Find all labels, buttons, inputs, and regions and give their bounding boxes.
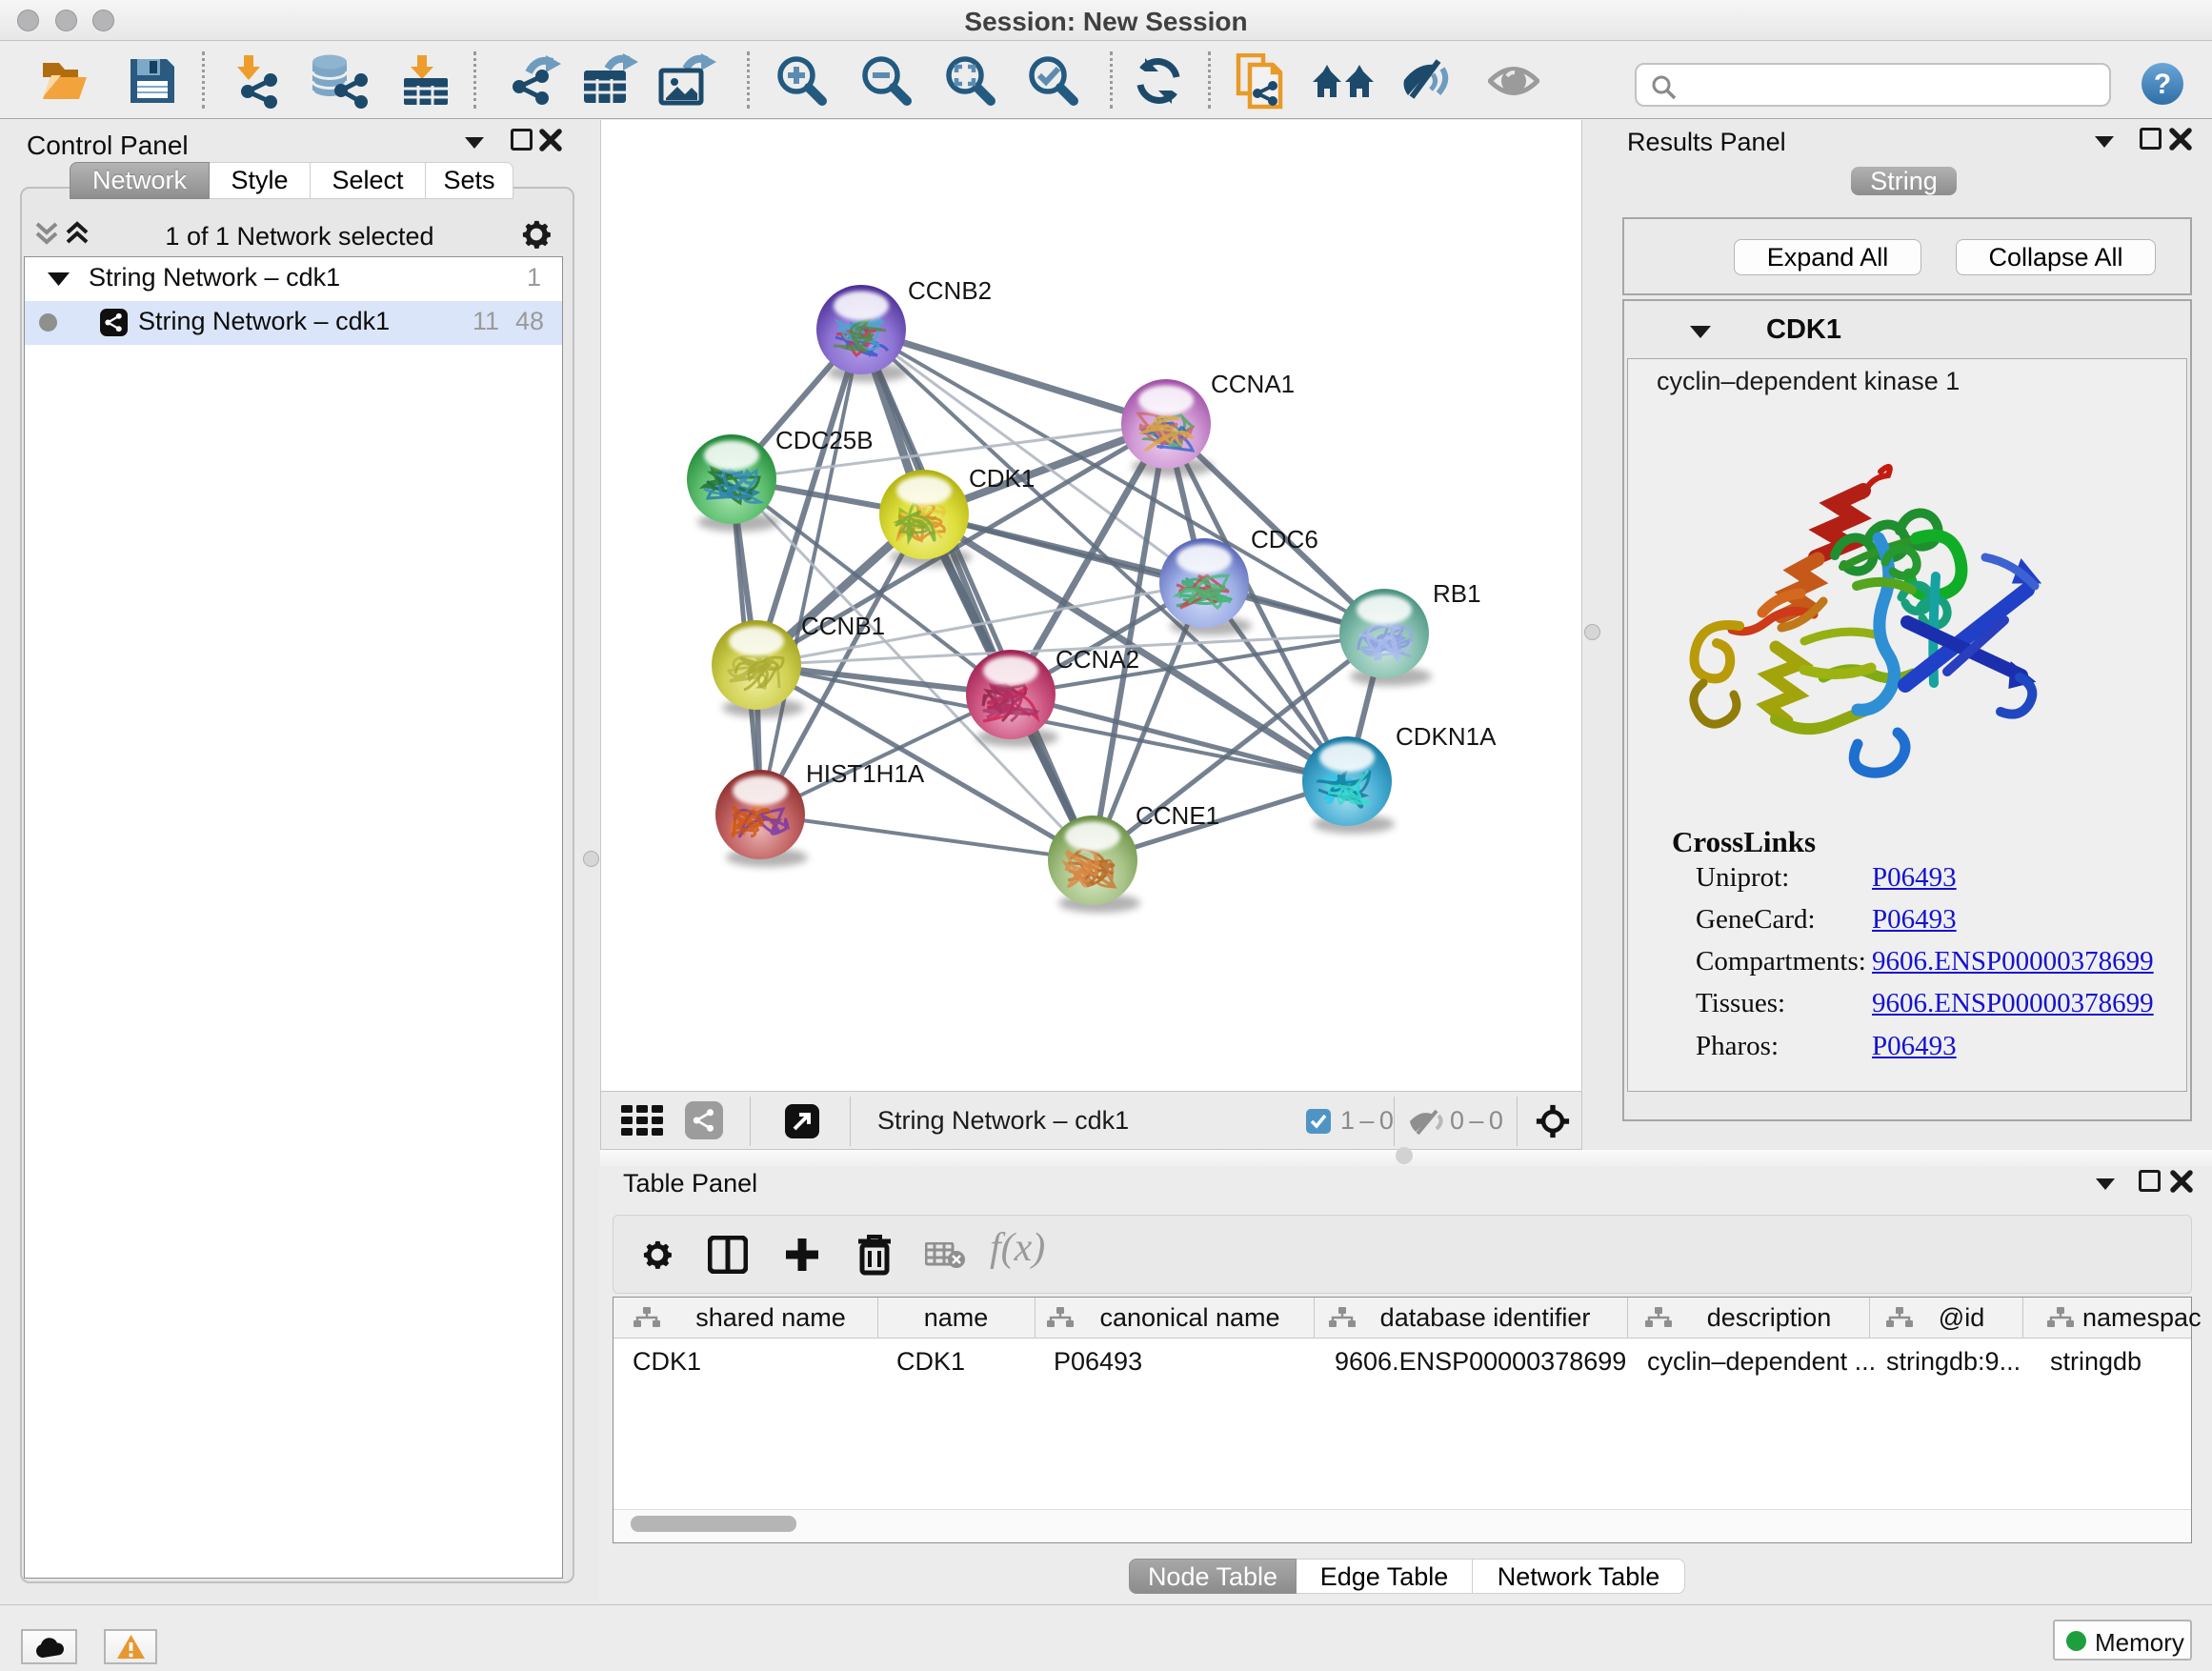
svg-text:CCNA1: CCNA1 <box>1211 370 1295 398</box>
svg-text:?: ? <box>2154 69 2171 100</box>
svg-text:CCNB1: CCNB1 <box>801 612 885 640</box>
svg-text:CDC6: CDC6 <box>1251 525 1318 554</box>
svg-text:RB1: RB1 <box>1433 579 1481 608</box>
svg-text:CDK1: CDK1 <box>969 464 1035 493</box>
svg-text:CCNA2: CCNA2 <box>1056 645 1139 674</box>
svg-text:CDKN1A: CDKN1A <box>1396 722 1497 751</box>
svg-text:HIST1H1A: HIST1H1A <box>806 759 925 788</box>
svg-text:CCNB2: CCNB2 <box>908 276 992 305</box>
svg-text:CCNE1: CCNE1 <box>1136 801 1219 830</box>
svg-text:CDC25B: CDC25B <box>775 426 874 454</box>
